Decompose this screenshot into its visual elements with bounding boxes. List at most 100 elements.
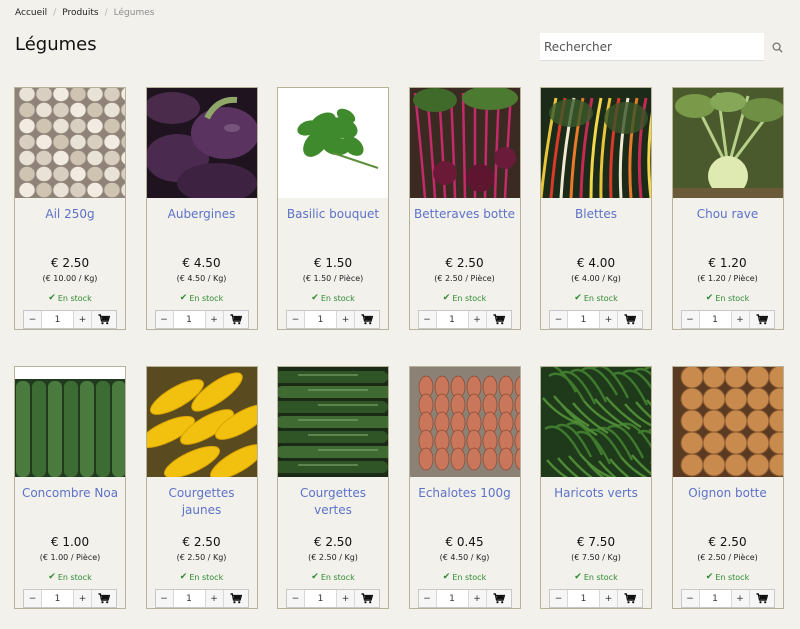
product-image[interactable]: [278, 367, 388, 477]
quantity-input[interactable]: 1: [437, 590, 469, 607]
increase-button[interactable]: +: [205, 590, 224, 607]
product-name[interactable]: Chou rave: [673, 206, 783, 223]
add-to-cart-button[interactable]: [749, 311, 774, 328]
product-unit-price: (€ 10.00 / Kg): [42, 274, 98, 283]
quantity-input[interactable]: 1: [42, 311, 74, 328]
increase-button[interactable]: +: [205, 311, 224, 328]
increase-button[interactable]: +: [337, 311, 355, 328]
search-button[interactable]: [764, 33, 790, 61]
search-icon: [771, 41, 783, 53]
stock-status: ✔ En stock: [15, 293, 125, 303]
stock-label: En stock: [320, 572, 355, 582]
quantity-input[interactable]: 1: [305, 590, 337, 607]
product-grid: Ail 250g € 2.50 (€ 10.00 / Kg) ✔ En stoc…: [14, 87, 784, 609]
product-image[interactable]: [146, 367, 257, 477]
increase-button[interactable]: +: [600, 590, 618, 607]
decrease-button[interactable]: −: [681, 311, 700, 328]
product-name[interactable]: Blettes: [541, 206, 651, 223]
increase-button[interactable]: +: [468, 311, 487, 328]
decrease-button[interactable]: −: [24, 311, 42, 328]
product-card: Betteraves botte € 2.50 (€ 2.50 / Pièce)…: [408, 87, 521, 330]
product-name[interactable]: Haricots verts: [541, 485, 651, 502]
quantity-stepper: − 1 +: [154, 310, 249, 329]
product-image[interactable]: [278, 88, 388, 198]
add-to-cart-button[interactable]: [92, 311, 116, 328]
product-card: Haricots verts € 7.50 (€ 7.50 / Kg) ✔ En…: [540, 366, 652, 609]
decrease-button[interactable]: −: [287, 311, 305, 328]
product-image[interactable]: [15, 88, 125, 198]
add-to-cart-button[interactable]: [749, 590, 774, 607]
quantity-input[interactable]: 1: [437, 311, 469, 328]
increase-button[interactable]: +: [731, 311, 750, 328]
breadcrumb-home[interactable]: Accueil: [15, 8, 47, 18]
product-image[interactable]: [672, 367, 783, 477]
decrease-button[interactable]: −: [24, 590, 42, 607]
quantity-stepper: − 1 +: [549, 589, 643, 608]
increase-button[interactable]: +: [337, 590, 355, 607]
decrease-button[interactable]: −: [418, 590, 437, 607]
quantity-input[interactable]: 1: [568, 590, 600, 607]
add-to-cart-button[interactable]: [486, 311, 511, 328]
product-name[interactable]: Ail 250g: [15, 206, 125, 223]
product-image[interactable]: [15, 367, 125, 477]
product-image[interactable]: [409, 367, 520, 477]
add-to-cart-button[interactable]: [486, 590, 511, 607]
quantity-input[interactable]: 1: [42, 590, 74, 607]
cart-icon: [361, 593, 373, 604]
quantity-input[interactable]: 1: [174, 590, 206, 607]
decrease-button[interactable]: −: [550, 311, 568, 328]
add-to-cart-button[interactable]: [92, 590, 116, 607]
quantity-input[interactable]: 1: [700, 590, 732, 607]
product-name[interactable]: Courgettes jaunes: [147, 485, 257, 519]
product-image[interactable]: [409, 88, 520, 198]
decrease-button[interactable]: −: [418, 311, 437, 328]
stock-status: ✔ En stock: [541, 572, 651, 582]
stock-label: En stock: [320, 293, 355, 303]
increase-button[interactable]: +: [731, 590, 750, 607]
cart-icon: [493, 314, 505, 325]
search-input[interactable]: [540, 33, 764, 61]
product-image[interactable]: [146, 88, 257, 198]
decrease-button[interactable]: −: [550, 590, 568, 607]
quantity-input[interactable]: 1: [700, 311, 732, 328]
add-to-cart-button[interactable]: [618, 311, 642, 328]
product-unit-price: (€ 2.50 / Pièce): [434, 274, 495, 283]
product-name[interactable]: Courgettes vertes: [278, 485, 388, 519]
product-image[interactable]: [541, 88, 651, 198]
product-price: € 4.00: [576, 256, 616, 270]
decrease-button[interactable]: −: [155, 590, 174, 607]
add-to-cart-button[interactable]: [223, 311, 248, 328]
product-image[interactable]: [541, 367, 651, 477]
increase-button[interactable]: +: [468, 590, 487, 607]
check-icon: ✔: [179, 572, 188, 582]
increase-button[interactable]: +: [74, 311, 92, 328]
add-to-cart-button[interactable]: [355, 590, 379, 607]
decrease-button[interactable]: −: [155, 311, 174, 328]
product-name[interactable]: Betteraves botte: [410, 206, 520, 223]
product-image[interactable]: [672, 88, 783, 198]
product-name[interactable]: Aubergines: [147, 206, 257, 223]
check-icon: ✔: [311, 293, 319, 303]
cart-icon: [624, 314, 636, 325]
product-name[interactable]: Echalotes 100g: [410, 485, 520, 502]
add-to-cart-button[interactable]: [355, 311, 379, 328]
decrease-button[interactable]: −: [287, 590, 305, 607]
product-name[interactable]: Basilic bouquet: [278, 206, 388, 223]
stock-label: En stock: [715, 572, 750, 582]
decrease-button[interactable]: −: [681, 590, 700, 607]
add-to-cart-button[interactable]: [618, 590, 642, 607]
quantity-input[interactable]: 1: [568, 311, 600, 328]
product-name[interactable]: Concombre Noa: [15, 485, 125, 502]
quantity-input[interactable]: 1: [305, 311, 337, 328]
quantity-input[interactable]: 1: [174, 311, 206, 328]
product-price: € 2.50: [313, 535, 353, 549]
increase-button[interactable]: +: [74, 590, 92, 607]
stock-status: ✔ En stock: [673, 293, 783, 303]
stock-label: En stock: [57, 572, 92, 582]
quantity-stepper: − 1 +: [23, 589, 117, 608]
increase-button[interactable]: +: [600, 311, 618, 328]
add-to-cart-button[interactable]: [223, 590, 248, 607]
product-name[interactable]: Oignon botte: [673, 485, 783, 502]
product-unit-price: (€ 4.00 / Kg): [571, 274, 621, 283]
breadcrumb-products[interactable]: Produits: [62, 8, 98, 18]
